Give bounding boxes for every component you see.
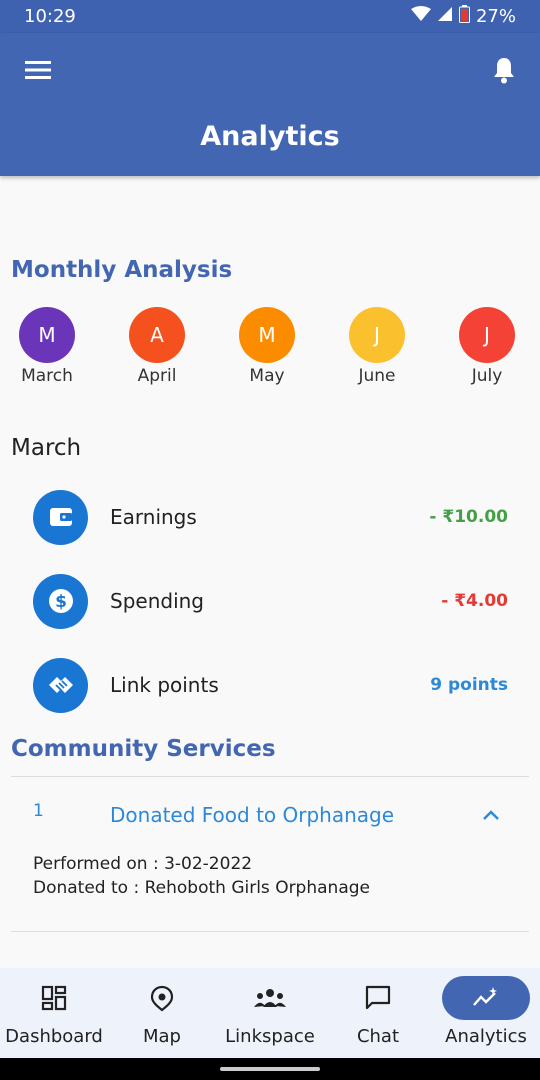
nav-label: Analytics — [445, 1026, 527, 1047]
system-nav-bar — [0, 1058, 540, 1080]
service-item-header[interactable]: 1 Donated Food to Orphanage — [11, 795, 529, 835]
service-number: 1 — [33, 801, 44, 821]
metric-name: Link points — [110, 673, 219, 697]
status-icons: 27% — [410, 5, 516, 28]
month-may[interactable]: M May — [227, 307, 307, 386]
bottom-navigation: Dashboard Map Linkspace Chat Analytics — [0, 968, 540, 1058]
nav-analytics[interactable]: Analytics — [432, 968, 540, 1058]
month-selector: M March A April M May J June J July — [0, 307, 540, 387]
month-label: May — [249, 366, 285, 386]
handshake-icon — [33, 657, 88, 713]
selected-month-heading: March — [11, 435, 82, 461]
month-june[interactable]: J June — [337, 307, 417, 386]
nav-label: Linkspace — [225, 1026, 315, 1047]
metric-value: - ₹10.00 — [429, 507, 508, 527]
home-indicator[interactable] — [220, 1067, 320, 1071]
analytics-icon — [442, 976, 530, 1020]
month-avatar: M — [19, 307, 75, 363]
service-donated-to: Donated to : Rehoboth Girls Orphanage — [33, 878, 370, 898]
metric-value: 9 points — [430, 675, 508, 695]
month-july[interactable]: J July — [447, 307, 527, 386]
metric-name: Spending — [110, 589, 204, 613]
app-bar: Analytics — [0, 33, 540, 176]
page-title: Analytics — [200, 121, 340, 152]
cell-signal-icon — [437, 6, 453, 27]
nav-map[interactable]: Map — [108, 968, 216, 1058]
month-label: March — [21, 366, 73, 386]
wifi-icon — [410, 6, 431, 27]
battery-icon — [458, 5, 470, 28]
monthly-analysis-title: Monthly Analysis — [11, 257, 233, 283]
month-avatar: J — [349, 307, 405, 363]
bell-icon — [492, 56, 516, 88]
notifications-button[interactable] — [488, 55, 520, 89]
status-time: 10:29 — [24, 6, 76, 27]
nav-linkspace[interactable]: Linkspace — [216, 968, 324, 1058]
service-title: Donated Food to Orphanage — [110, 803, 395, 827]
month-avatar: A — [129, 307, 185, 363]
metric-spending: $ Spending - ₹4.00 — [33, 573, 508, 629]
divider — [11, 931, 529, 932]
hamburger-icon — [25, 60, 51, 84]
wallet-icon — [33, 489, 88, 545]
month-label: June — [358, 366, 396, 386]
month-april[interactable]: A April — [117, 307, 197, 386]
nav-chat[interactable]: Chat — [324, 968, 432, 1058]
map-pin-icon — [118, 976, 206, 1020]
nav-label: Dashboard — [5, 1026, 103, 1047]
chat-bubble-icon — [334, 976, 422, 1020]
month-label: April — [137, 366, 177, 386]
community-services-title: Community Services — [11, 736, 276, 762]
service-performed-on: Performed on : 3-02-2022 — [33, 854, 253, 874]
menu-button[interactable] — [20, 57, 56, 87]
divider — [11, 776, 529, 777]
nav-dashboard[interactable]: Dashboard — [0, 968, 108, 1058]
month-avatar: J — [459, 307, 515, 363]
chevron-up-icon[interactable] — [481, 805, 501, 825]
month-label: July — [471, 366, 503, 386]
metric-earnings: Earnings - ₹10.00 — [33, 489, 508, 545]
metric-link-points: Link points 9 points — [33, 657, 508, 713]
svg-text:$: $ — [55, 592, 67, 612]
month-march[interactable]: M March — [7, 307, 87, 386]
metric-name: Earnings — [110, 505, 197, 529]
people-group-icon — [226, 976, 314, 1020]
nav-label: Map — [143, 1026, 181, 1047]
nav-label: Chat — [356, 1026, 400, 1047]
battery-percent: 27% — [475, 6, 516, 27]
dollar-coin-icon: $ — [33, 573, 88, 629]
dashboard-icon — [10, 976, 98, 1020]
month-avatar: M — [239, 307, 295, 363]
status-bar: 10:29 27% — [0, 0, 540, 33]
metric-value: - ₹4.00 — [441, 591, 508, 611]
